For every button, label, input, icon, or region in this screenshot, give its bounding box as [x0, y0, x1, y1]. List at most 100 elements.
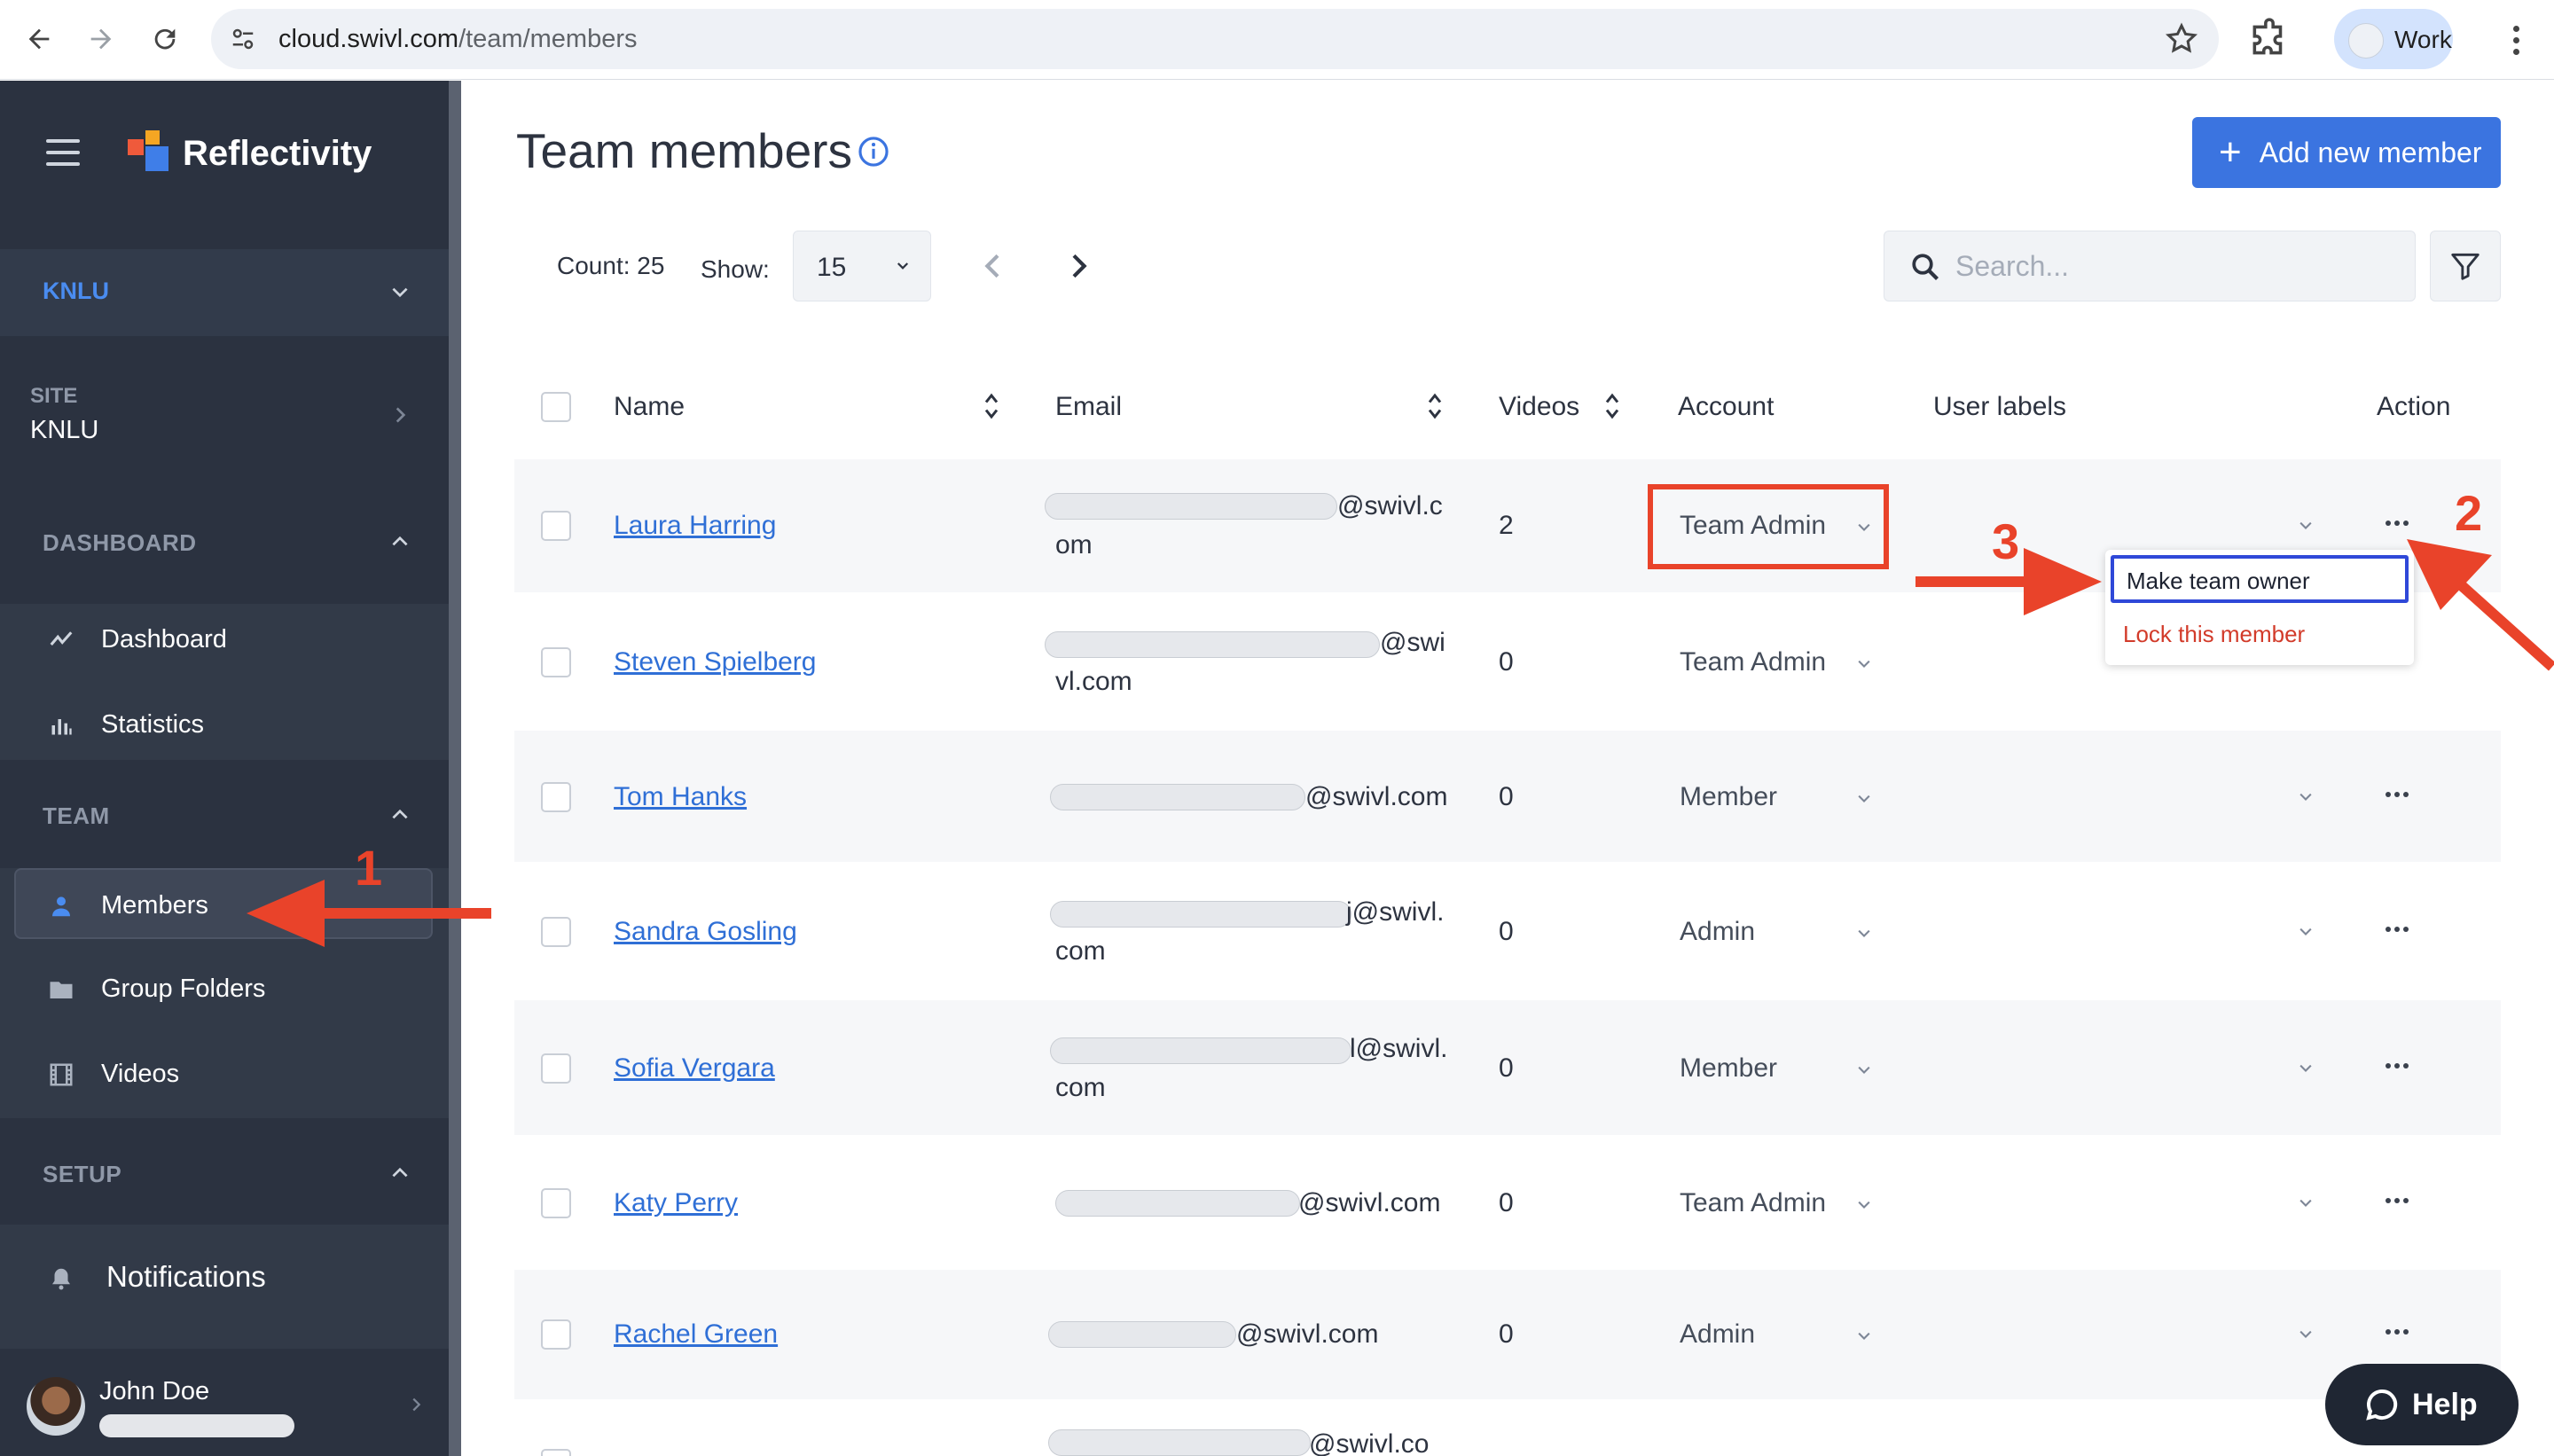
video-count: 2 — [1499, 511, 1514, 540]
make-team-owner-option[interactable]: Make team owner — [2111, 555, 2409, 603]
brand-name: Reflectivity — [183, 134, 372, 173]
member-name-link[interactable]: Rachel Green — [614, 1319, 778, 1350]
group-title-setup: SETUP — [43, 1161, 122, 1187]
forward-button[interactable] — [78, 16, 124, 62]
sidebar-item-group-folders[interactable]: Group Folders — [0, 953, 449, 1024]
hamburger-menu-icon[interactable] — [46, 139, 80, 166]
row-checkbox[interactable] — [541, 1053, 571, 1084]
row-checkbox[interactable] — [541, 647, 571, 677]
user-labels-dropdown-icon[interactable] — [2297, 1062, 2315, 1075]
sort-icon[interactable] — [1602, 390, 1623, 422]
reload-button[interactable] — [142, 16, 188, 62]
email-domain: @swivl.com — [1298, 1188, 1441, 1217]
bell-icon — [46, 1264, 76, 1294]
user-name: John Doe — [99, 1377, 210, 1405]
lock-member-option[interactable]: Lock this member — [2123, 621, 2305, 648]
column-header-name[interactable]: Name — [614, 392, 685, 422]
select-all-checkbox[interactable] — [541, 392, 571, 422]
user-profile-row[interactable]: John Doe — [0, 1349, 449, 1456]
user-labels-dropdown-icon[interactable] — [2297, 791, 2315, 803]
column-header-user-labels: User labels — [1933, 392, 2067, 421]
column-header-videos[interactable]: Videos — [1499, 392, 1579, 422]
chevron-right-icon — [396, 407, 406, 423]
email-domain-wrap: com — [1055, 1073, 1106, 1102]
site-settings-icon[interactable] — [225, 21, 261, 57]
search-field[interactable] — [1884, 231, 2416, 301]
account-role-select[interactable]: Member — [1680, 1053, 1777, 1084]
address-bar[interactable]: cloud.swivl.com/team/members — [211, 9, 2219, 69]
url-text: cloud.swivl.com/team/members — [278, 25, 638, 54]
add-new-member-label: Add new member — [2259, 136, 2482, 168]
row-checkbox[interactable] — [541, 1188, 571, 1218]
account-highlight-box — [1648, 484, 1889, 569]
account-role-select[interactable]: Team Admin — [1680, 647, 1826, 677]
trend-line-icon — [46, 625, 76, 655]
member-name-link[interactable]: Sandra Gosling — [614, 917, 797, 947]
row-actions-menu-icon[interactable] — [2386, 1062, 2409, 1069]
sidebar-item-dashboard[interactable]: Dashboard — [0, 604, 449, 675]
column-header-email[interactable]: Email — [1055, 392, 1122, 422]
help-label: Help — [2412, 1387, 2478, 1421]
annotation-number-3: 3 — [1992, 513, 2020, 569]
row-actions-menu-icon[interactable] — [2386, 926, 2409, 933]
member-name-link[interactable]: Tom Hanks — [614, 782, 747, 812]
row-checkbox[interactable] — [541, 782, 571, 812]
chevron-right-icon — [412, 1397, 421, 1412]
account-role-select[interactable]: Admin — [1680, 917, 1755, 947]
row-actions-menu-icon[interactable] — [2386, 791, 2409, 798]
sidebar-item-statistics[interactable]: Statistics — [0, 689, 449, 760]
account-role-select[interactable]: Member — [1680, 782, 1777, 812]
user-labels-dropdown-icon[interactable] — [2297, 520, 2315, 532]
sidebar-item-label: Dashboard — [101, 625, 227, 654]
info-icon[interactable] — [857, 135, 890, 168]
browser-menu-icon[interactable] — [2503, 16, 2529, 64]
search-input[interactable] — [1955, 244, 2399, 288]
url-host: cloud.swivl.com — [278, 25, 459, 53]
chevron-down-icon — [1858, 1332, 1870, 1340]
user-labels-dropdown-icon[interactable] — [2297, 1197, 2315, 1209]
video-count: 0 — [1499, 782, 1514, 811]
sidebar-item-notifications[interactable]: Notifications — [0, 1242, 449, 1313]
next-page-icon[interactable] — [1061, 247, 1096, 286]
help-button[interactable]: Help — [2325, 1364, 2519, 1445]
sidebar-scrollbar[interactable] — [449, 81, 461, 1456]
bookmark-star-icon[interactable] — [2164, 21, 2199, 57]
table-row — [514, 1401, 2501, 1456]
account-role-select[interactable]: Admin — [1680, 1319, 1755, 1350]
filter-button[interactable] — [2430, 231, 2501, 301]
chevron-up-icon[interactable] — [388, 529, 411, 552]
row-checkbox[interactable] — [541, 917, 571, 947]
extensions-puzzle-icon[interactable] — [2247, 18, 2292, 62]
member-name-link[interactable]: Steven Spielberg — [614, 647, 817, 677]
row-actions-menu-icon[interactable] — [2386, 1328, 2409, 1335]
user-labels-dropdown-icon[interactable] — [2297, 926, 2315, 938]
annotation-number-1: 1 — [355, 840, 383, 896]
row-checkbox[interactable] — [541, 1319, 571, 1350]
sort-icon[interactable] — [981, 390, 1002, 422]
back-button[interactable] — [16, 16, 62, 62]
member-name-link[interactable]: Sofia Vergara — [614, 1053, 775, 1084]
video-count: 0 — [1499, 917, 1514, 946]
site-value: KNLU — [30, 416, 99, 444]
row-actions-menu-icon[interactable] — [2386, 520, 2409, 527]
site-selector[interactable]: SITE KNLU — [0, 347, 449, 453]
add-new-member-button[interactable]: + Add new member — [2192, 117, 2501, 188]
chevron-up-icon[interactable] — [388, 802, 411, 826]
member-name-link[interactable]: Katy Perry — [614, 1188, 738, 1218]
page-size-select[interactable]: 15 — [793, 231, 931, 301]
account-role-select[interactable]: Team Admin — [1680, 1188, 1826, 1218]
user-labels-dropdown-icon[interactable] — [2297, 1328, 2315, 1341]
row-actions-menu-icon[interactable] — [2386, 1197, 2409, 1204]
team-selector[interactable]: KNLU — [0, 249, 449, 336]
row-checkbox[interactable] — [541, 1449, 571, 1456]
profile-chip[interactable]: Work — [2334, 9, 2453, 69]
column-header-account: Account — [1678, 392, 1774, 421]
member-name-link[interactable]: Laura Harring — [614, 511, 776, 541]
row-checkbox[interactable] — [541, 511, 571, 541]
chevron-up-icon[interactable] — [388, 1161, 411, 1184]
sidebar-item-videos[interactable]: Videos — [0, 1038, 449, 1109]
previous-page-icon[interactable] — [975, 247, 1011, 286]
sidebar-header: Reflectivity — [0, 81, 449, 249]
sort-icon[interactable] — [1424, 390, 1445, 422]
member-count: Count: 25 — [557, 252, 665, 279]
